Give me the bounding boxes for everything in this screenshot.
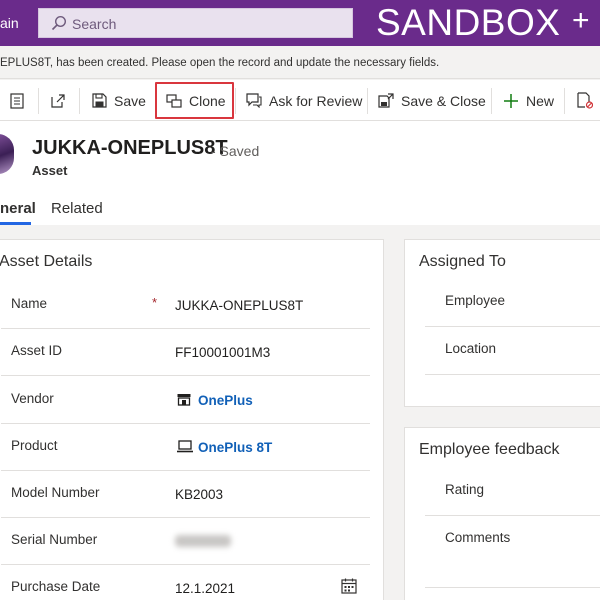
- model-number-field[interactable]: KB2003: [175, 487, 223, 502]
- divider: [79, 88, 80, 114]
- notification-text: EPLUS8T, has been created. Please open t…: [0, 57, 440, 69]
- asset-id-field[interactable]: FF10001001M3: [175, 345, 270, 360]
- tab-related[interactable]: Related: [51, 200, 103, 217]
- divider: [235, 88, 236, 114]
- clone-highlight-box: [155, 82, 234, 119]
- save-icon: [92, 93, 107, 108]
- field-label: Name: [11, 296, 48, 311]
- top-bar: ain Search SANDBOX +: [0, 0, 600, 46]
- open-new-window-button[interactable]: [50, 80, 73, 121]
- new-button[interactable]: New: [503, 80, 554, 121]
- field-row-product: Product OnePlus 8T: [1, 425, 370, 471]
- divider: [564, 88, 565, 114]
- environment-label: SANDBOX: [376, 2, 561, 43]
- divider: [38, 88, 39, 114]
- ask-for-review-label: Ask for Review: [269, 92, 363, 109]
- search-icon: [51, 15, 67, 31]
- asset-details-card: Asset Details Name * JUKKA-ONEPLUS8T Ass…: [0, 239, 384, 600]
- save-close-button[interactable]: Save & Close: [378, 80, 486, 121]
- store-icon: [177, 394, 191, 406]
- product-link[interactable]: OnePlus 8T: [198, 440, 272, 455]
- field-row-vendor: Vendor OnePlus: [1, 378, 370, 424]
- assigned-to-card: Assigned To Employee Location: [404, 239, 600, 407]
- laptop-icon: [177, 440, 193, 453]
- field-label: Asset ID: [11, 343, 63, 358]
- record-save-status: - Saved: [211, 143, 260, 159]
- field-row-asset-id: Asset ID FF10001001M3: [1, 330, 370, 376]
- active-tab-indicator: [0, 222, 31, 225]
- record-entity: Asset: [32, 163, 68, 178]
- field-label: Vendor: [11, 391, 54, 406]
- app-name[interactable]: ain: [0, 15, 19, 31]
- divider: [367, 88, 368, 114]
- save-button[interactable]: Save: [92, 80, 146, 121]
- new-label: New: [526, 92, 555, 109]
- vendor-link[interactable]: OnePlus: [198, 393, 253, 408]
- field-row-comments[interactable]: Comments: [425, 516, 600, 588]
- field-label: Employee: [445, 293, 506, 308]
- field-row-name: Name * JUKKA-ONEPLUS8T: [1, 283, 370, 329]
- calendar-icon[interactable]: [341, 578, 357, 594]
- purchase-date-field[interactable]: 12.1.2021: [175, 581, 235, 596]
- field-label: Purchase Date: [11, 579, 101, 594]
- employee-feedback-title: Employee feedback: [419, 441, 560, 458]
- new-plus-icon[interactable]: +: [572, 3, 590, 39]
- record-header: JUKKA-ONEPLUS8T - Saved Asset neral Rela…: [0, 121, 600, 225]
- form-selector-button[interactable]: [10, 80, 31, 121]
- field-row-model-number: Model Number KB2003: [1, 472, 370, 518]
- save-close-label: Save & Close: [401, 92, 486, 109]
- field-row-serial-number: Serial Number: [1, 519, 370, 565]
- save-close-icon: [378, 92, 394, 108]
- deactivate-button[interactable]: [577, 80, 600, 121]
- review-icon: [246, 93, 262, 108]
- field-row-employee[interactable]: Employee: [425, 279, 600, 327]
- serial-number-field-redacted[interactable]: [175, 535, 231, 547]
- field-label: Product: [11, 438, 58, 453]
- notification-bar: EPLUS8T, has been created. Please open t…: [0, 46, 600, 79]
- field-row-purchase-date: Purchase Date 12.1.2021: [1, 566, 370, 600]
- document-block-icon: [577, 92, 593, 109]
- tab-general[interactable]: neral: [0, 200, 36, 217]
- field-label: Comments: [445, 530, 511, 545]
- ask-for-review-button[interactable]: Ask for Review: [246, 80, 362, 121]
- required-indicator: *: [152, 295, 158, 310]
- record-title: JUKKA-ONEPLUS8T: [32, 137, 228, 159]
- command-bar: Save Clone Ask for Review Save & Close N…: [0, 80, 600, 121]
- field-row-rating[interactable]: Rating: [425, 468, 600, 516]
- field-row-location[interactable]: Location: [425, 327, 600, 375]
- search-box[interactable]: Search: [38, 8, 353, 38]
- divider: [491, 88, 492, 114]
- pop-out-icon: [51, 93, 65, 108]
- assigned-to-title: Assigned To: [419, 253, 506, 270]
- employee-feedback-card: Employee feedback Rating Comments: [404, 427, 600, 600]
- field-label: Rating: [445, 482, 485, 497]
- add-icon: [504, 93, 518, 108]
- form-icon: [10, 92, 24, 109]
- asset-details-title: Asset Details: [0, 253, 93, 270]
- field-label: Model Number: [11, 485, 100, 500]
- name-field[interactable]: JUKKA-ONEPLUS8T: [175, 298, 303, 313]
- field-label: Location: [445, 341, 497, 356]
- search-placeholder: Search: [72, 16, 117, 32]
- save-label: Save: [114, 92, 146, 109]
- field-label: Serial Number: [11, 532, 98, 547]
- record-avatar: [0, 134, 14, 174]
